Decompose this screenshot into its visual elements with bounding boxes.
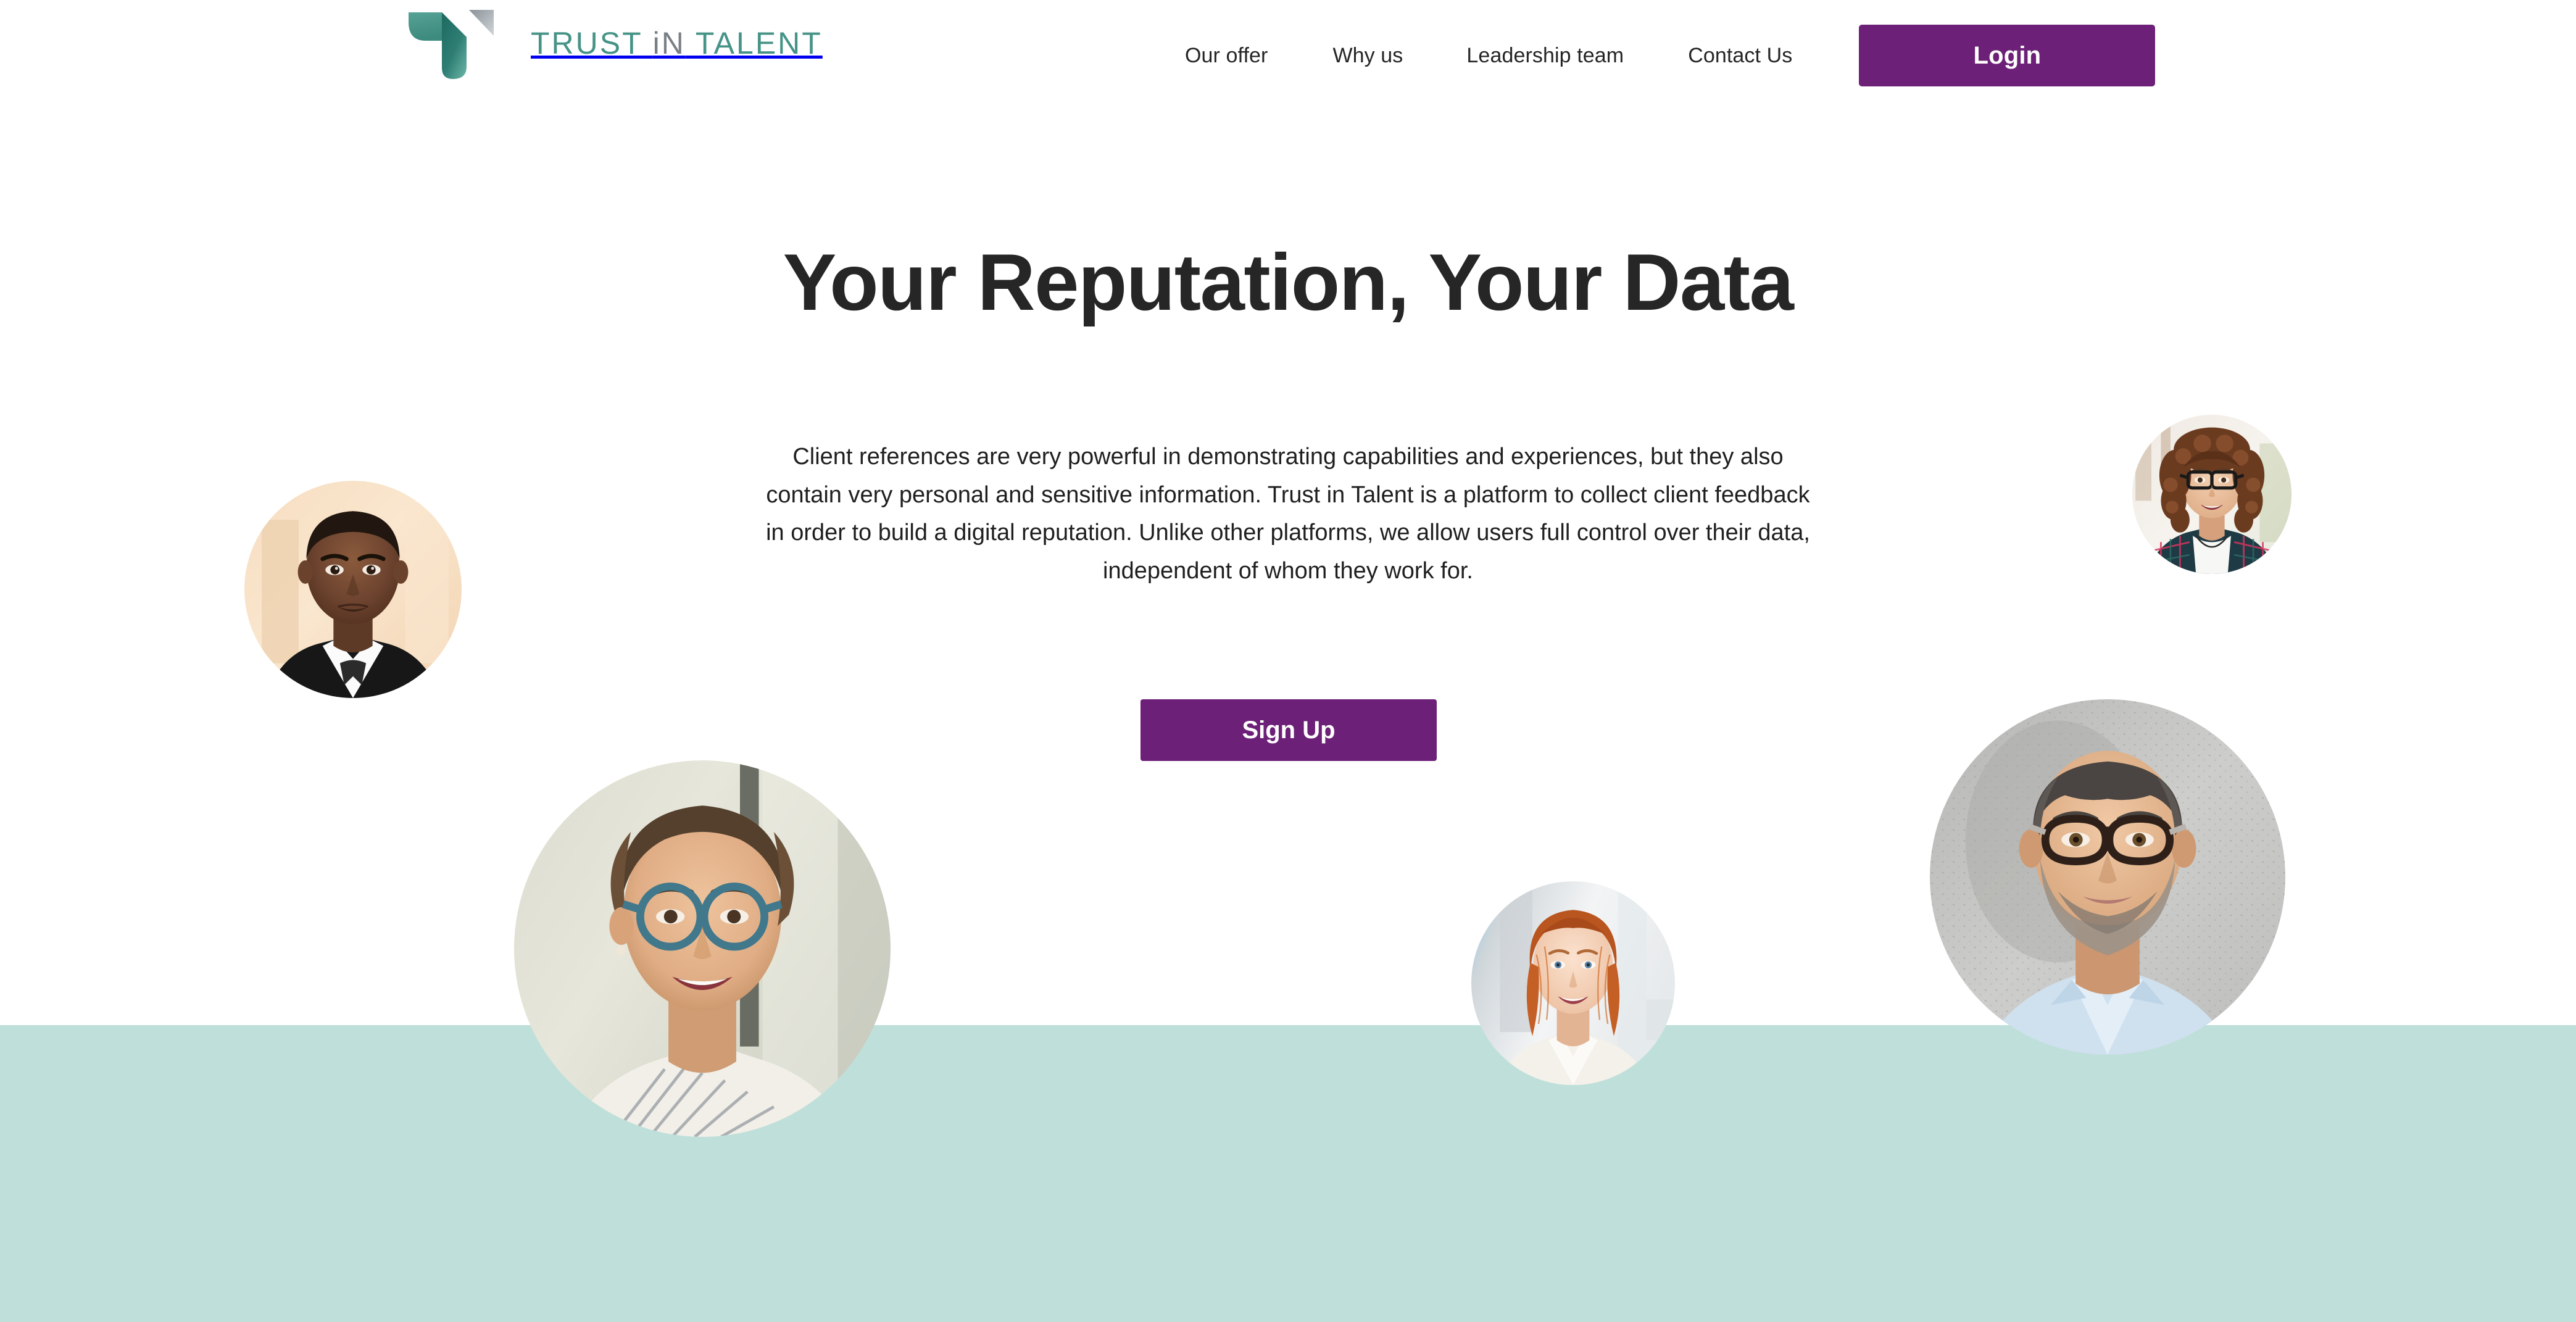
portrait-woman-blue-glasses — [514, 760, 891, 1137]
hero-description: Client references are very powerful in d… — [766, 444, 1810, 584]
login-button[interactable]: Login — [1859, 25, 2156, 86]
page-title: Your Reputation, Your Data — [783, 237, 1794, 327]
portrait-man-suit — [244, 481, 462, 698]
main-navigation: Our offer Why us Leadership team Contact… — [1185, 0, 2156, 111]
nav-item-leadership-team[interactable]: Leadership team — [1466, 45, 1624, 66]
brand-logo[interactable]: TRUST iN TALENT — [400, 5, 823, 79]
portrait-woman-curly-glasses — [2132, 415, 2291, 574]
nav-item-why-us[interactable]: Why us — [1332, 45, 1403, 66]
nav-item-contact-us[interactable]: Contact Us — [1688, 45, 1792, 66]
mint-section-band — [0, 1025, 2576, 1322]
sign-up-button[interactable]: Sign Up — [1141, 699, 1437, 761]
brand-word-in: iN — [652, 26, 686, 60]
portrait-man-glasses-beard — [1930, 699, 2285, 1055]
nav-item-our-offer[interactable]: Our offer — [1185, 45, 1268, 66]
portrait-woman-red-hair — [1471, 881, 1675, 1085]
brand-word-trust: TRUST — [531, 26, 653, 60]
trust-in-talent-logo-mark — [400, 1, 504, 83]
brand-word-talent: TALENT — [685, 26, 823, 60]
brand-wordmark: TRUST iN TALENT — [531, 25, 823, 59]
site-header: TRUST iN TALENT Our offer Why us Leaders… — [0, 0, 2576, 111]
